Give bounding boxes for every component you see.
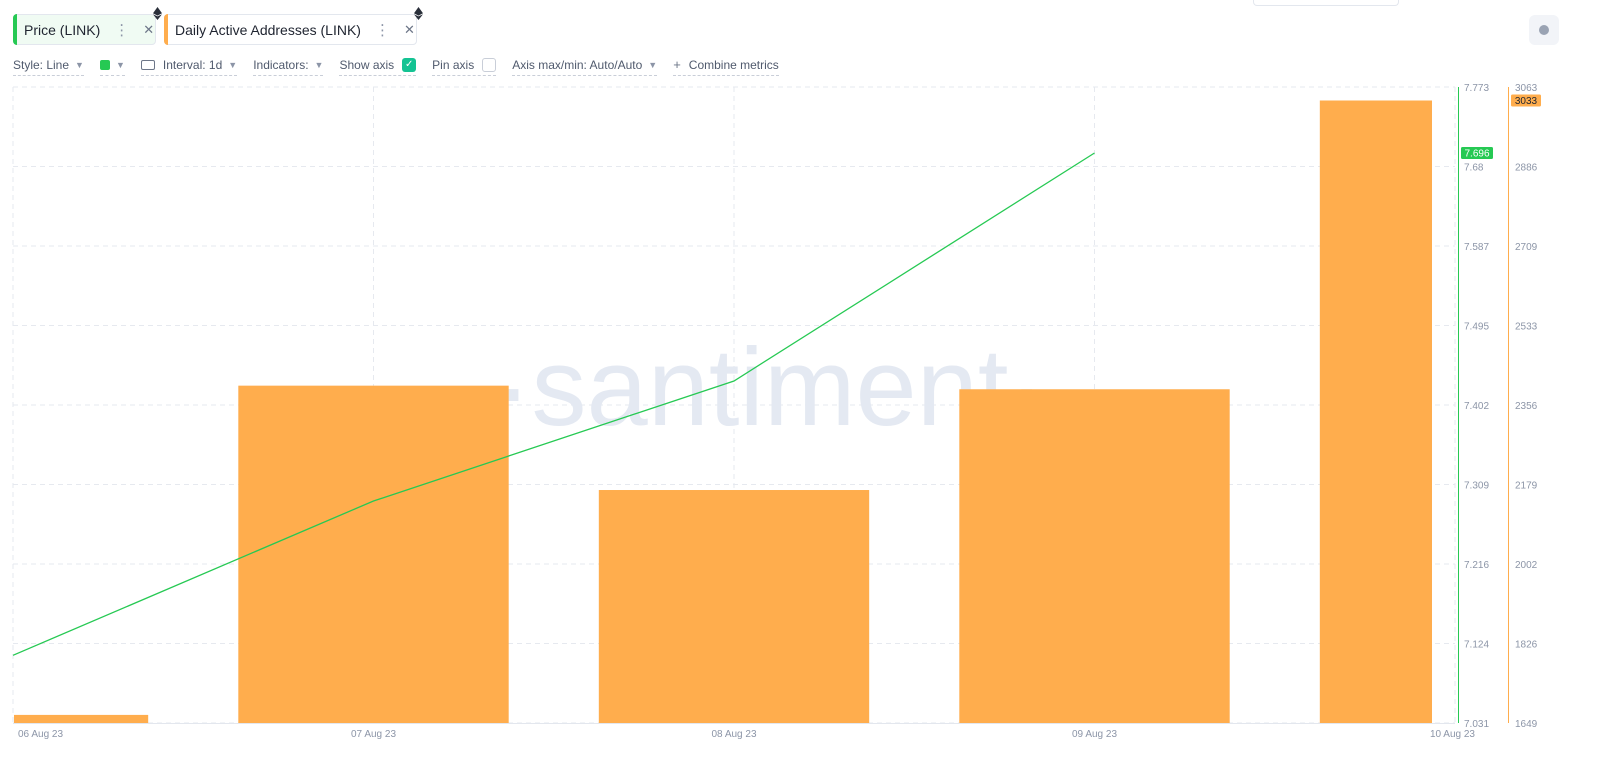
price-axis-tick-label: 7.68 bbox=[1464, 163, 1484, 174]
x-tick-label: 08 Aug 23 bbox=[711, 729, 756, 740]
bar-daily-active-addresses bbox=[1319, 100, 1432, 723]
price-axis-tick-label: 7.495 bbox=[1464, 322, 1489, 333]
price-axis-tick-label: 7.309 bbox=[1464, 481, 1489, 492]
chart-canvas[interactable]: ·santiment· 06 Aug 23 07 Aug 23 08 Aug 23 0… bbox=[0, 0, 1600, 767]
daa-last-value-label: 3033 bbox=[1515, 96, 1538, 107]
daa-axis-tick-label: 2179 bbox=[1515, 481, 1538, 492]
price-axis-tick-label: 7.216 bbox=[1464, 560, 1489, 571]
daa-axis-tick-label: 3063 bbox=[1515, 83, 1538, 94]
daa-axis-tick-label: 2356 bbox=[1515, 401, 1538, 412]
x-tick-label: 10 Aug 23 bbox=[1430, 729, 1475, 740]
daa-axis-tick-label: 1826 bbox=[1515, 640, 1538, 651]
x-tick-label: 07 Aug 23 bbox=[351, 729, 396, 740]
bar-daily-active-addresses bbox=[959, 389, 1230, 723]
bar-daily-active-addresses bbox=[14, 714, 149, 723]
price-axis-tick-label: 7.031 bbox=[1464, 719, 1489, 730]
daa-axis-tick-label: 2533 bbox=[1515, 322, 1538, 333]
price-last-value-label: 7.696 bbox=[1464, 149, 1489, 160]
price-axis-tick-label: 7.402 bbox=[1464, 401, 1489, 412]
bar-daily-active-addresses bbox=[598, 490, 870, 723]
price-axis-tick-label: 7.587 bbox=[1464, 242, 1489, 253]
daa-axis-tick-label: 2709 bbox=[1515, 242, 1538, 253]
daa-axis-tick-label: 2886 bbox=[1515, 163, 1538, 174]
price-axis-tick-label: 7.124 bbox=[1464, 640, 1489, 651]
x-tick-label: 09 Aug 23 bbox=[1072, 729, 1117, 740]
chart-page: Price (LINK) ⋮ ✕ Daily Active Addresses … bbox=[0, 0, 1600, 767]
price-axis-tick-label: 7.773 bbox=[1464, 83, 1489, 94]
daa-axis-tick-label: 2002 bbox=[1515, 560, 1538, 571]
daa-axis-tick-label: 1649 bbox=[1515, 719, 1538, 730]
x-tick-label: 06 Aug 23 bbox=[18, 729, 63, 740]
bar-daily-active-addresses bbox=[238, 385, 509, 723]
